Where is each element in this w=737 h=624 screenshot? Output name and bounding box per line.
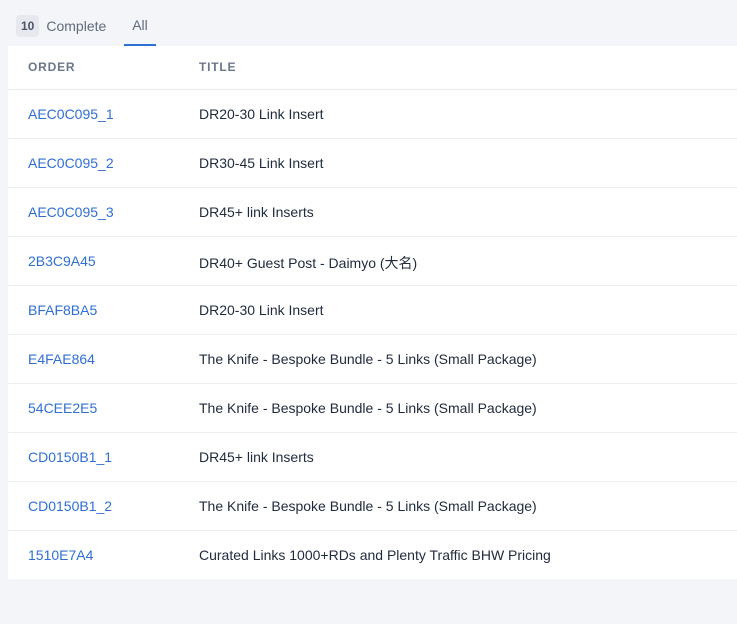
order-title: DR40+ Guest Post - Daimyo (大名): [199, 255, 418, 271]
order-link[interactable]: BFAF8BA5: [28, 302, 97, 318]
table-row: AEC0C095_1 DR20-30 Link Insert: [8, 90, 737, 139]
table-row: AEC0C095_2 DR30-45 Link Insert: [8, 139, 737, 188]
tab-complete[interactable]: 10 Complete: [16, 14, 106, 38]
tab-complete-label: Complete: [46, 18, 107, 34]
order-link[interactable]: AEC0C095_2: [28, 155, 114, 171]
order-title: DR45+ link Inserts: [199, 449, 314, 465]
table-row: 1510E7A4 Curated Links 1000+RDs and Plen…: [8, 531, 737, 579]
column-header-title[interactable]: TITLE: [199, 60, 236, 74]
order-link[interactable]: 2B3C9A45: [28, 253, 96, 269]
orders-table: ORDER TITLE AEC0C095_1 DR20-30 Link Inse…: [8, 46, 737, 579]
order-title: DR30-45 Link Insert: [199, 155, 324, 171]
order-link[interactable]: 1510E7A4: [28, 547, 93, 563]
table-row: CD0150B1_1 DR45+ link Inserts: [8, 433, 737, 482]
table-row: BFAF8BA5 DR20-30 Link Insert: [8, 286, 737, 335]
table-row: CD0150B1_2 The Knife - Bespoke Bundle - …: [8, 482, 737, 531]
order-link[interactable]: CD0150B1_1: [28, 449, 112, 465]
order-title: The Knife - Bespoke Bundle - 5 Links (Sm…: [199, 498, 537, 514]
order-title: Curated Links 1000+RDs and Plenty Traffi…: [199, 547, 551, 563]
tab-all[interactable]: All: [124, 0, 156, 46]
status-tabs: 10 Complete All: [0, 0, 737, 46]
order-title: The Knife - Bespoke Bundle - 5 Links (Sm…: [199, 351, 537, 367]
order-title: DR20-30 Link Insert: [199, 302, 324, 318]
table-header: ORDER TITLE: [8, 46, 737, 90]
tab-all-label: All: [132, 17, 148, 33]
order-title: DR45+ link Inserts: [199, 204, 314, 220]
order-title: The Knife - Bespoke Bundle - 5 Links (Sm…: [199, 400, 537, 416]
order-link[interactable]: AEC0C095_1: [28, 106, 114, 122]
order-link[interactable]: 54CEE2E5: [28, 400, 97, 416]
order-link[interactable]: CD0150B1_2: [28, 498, 112, 514]
order-link[interactable]: AEC0C095_3: [28, 204, 114, 220]
table-row: 2B3C9A45 DR40+ Guest Post - Daimyo (大名): [8, 237, 737, 286]
count-badge: 10: [16, 15, 40, 37]
table-row: AEC0C095_3 DR45+ link Inserts: [8, 188, 737, 237]
order-title: DR20-30 Link Insert: [199, 106, 324, 122]
table-row: 54CEE2E5 The Knife - Bespoke Bundle - 5 …: [8, 384, 737, 433]
table-row: E4FAE864 The Knife - Bespoke Bundle - 5 …: [8, 335, 737, 384]
table-body: AEC0C095_1 DR20-30 Link Insert AEC0C095_…: [8, 90, 737, 579]
order-link[interactable]: E4FAE864: [28, 351, 95, 367]
column-header-order[interactable]: ORDER: [28, 60, 75, 74]
